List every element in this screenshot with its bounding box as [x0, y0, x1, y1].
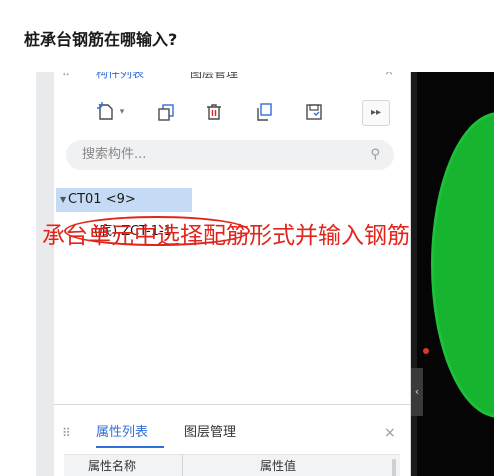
- expand-icon[interactable]: ▸▸: [362, 100, 390, 126]
- panel-divider: [54, 404, 410, 405]
- tree-node-label: CT01 <9>: [68, 192, 136, 207]
- tab-layer-management[interactable]: 图层管理: [184, 418, 236, 448]
- cad-viewport[interactable]: ‹: [411, 72, 494, 476]
- bottom-tab-bar: ⠿ 属性列表 图层管理 ×: [54, 418, 410, 448]
- annotation-text: 承台单元中选择配筋形式并输入钢筋: [42, 223, 410, 249]
- search-icon[interactable]: ⚲: [370, 140, 380, 170]
- active-tab-indicator: [96, 446, 164, 448]
- collapse-panel-icon[interactable]: ‹: [411, 368, 423, 416]
- column-property-value[interactable]: 属性值: [260, 455, 296, 476]
- search-placeholder: 搜索构件...: [82, 147, 147, 162]
- close-icon[interactable]: ×: [384, 72, 394, 78]
- new-component-button[interactable]: ▾: [92, 98, 128, 126]
- tab-layer-management[interactable]: 图层管理: [190, 72, 238, 81]
- column-property-name[interactable]: 属性名称: [88, 455, 136, 476]
- save-icon: [304, 102, 324, 122]
- tab-component-list[interactable]: 构件列表: [96, 72, 144, 81]
- drag-handle-icon[interactable]: ⠿: [62, 72, 70, 79]
- cad-green-shape: [431, 112, 494, 418]
- search-input[interactable]: 搜索构件... ⚲: [66, 140, 394, 170]
- delete-icon: [204, 102, 224, 122]
- dropdown-icon[interactable]: ▾: [120, 107, 125, 117]
- copy-button[interactable]: [152, 98, 180, 126]
- new-component-icon: [96, 102, 116, 122]
- scrollbar[interactable]: [392, 459, 396, 476]
- save-button[interactable]: [300, 98, 328, 126]
- tab-property-list[interactable]: 属性列表: [96, 418, 148, 448]
- caret-down-icon[interactable]: ▼: [60, 188, 66, 212]
- component-panel: ⠿ 构件列表 图层管理 × ▾: [54, 72, 411, 476]
- copy-icon: [156, 102, 176, 122]
- close-icon[interactable]: ×: [384, 418, 396, 448]
- cad-marker: [423, 348, 429, 354]
- software-screenshot: ⠿ 构件列表 图层管理 × ▾: [36, 72, 494, 476]
- drag-handle-icon[interactable]: ⠿: [62, 418, 71, 448]
- tree-node-ct01[interactable]: ▼ CT01 <9>: [56, 188, 192, 212]
- question-title: 桩承台钢筋在哪输入?: [24, 30, 178, 49]
- delete-button[interactable]: [200, 98, 228, 126]
- layer-copy-icon: [254, 102, 274, 122]
- top-tab-bar: ⠿ 构件列表 图层管理 ×: [54, 72, 410, 82]
- layer-copy-button[interactable]: [250, 98, 278, 126]
- property-table-header: 属性名称 属性值: [64, 454, 400, 476]
- column-separator[interactable]: [182, 455, 183, 476]
